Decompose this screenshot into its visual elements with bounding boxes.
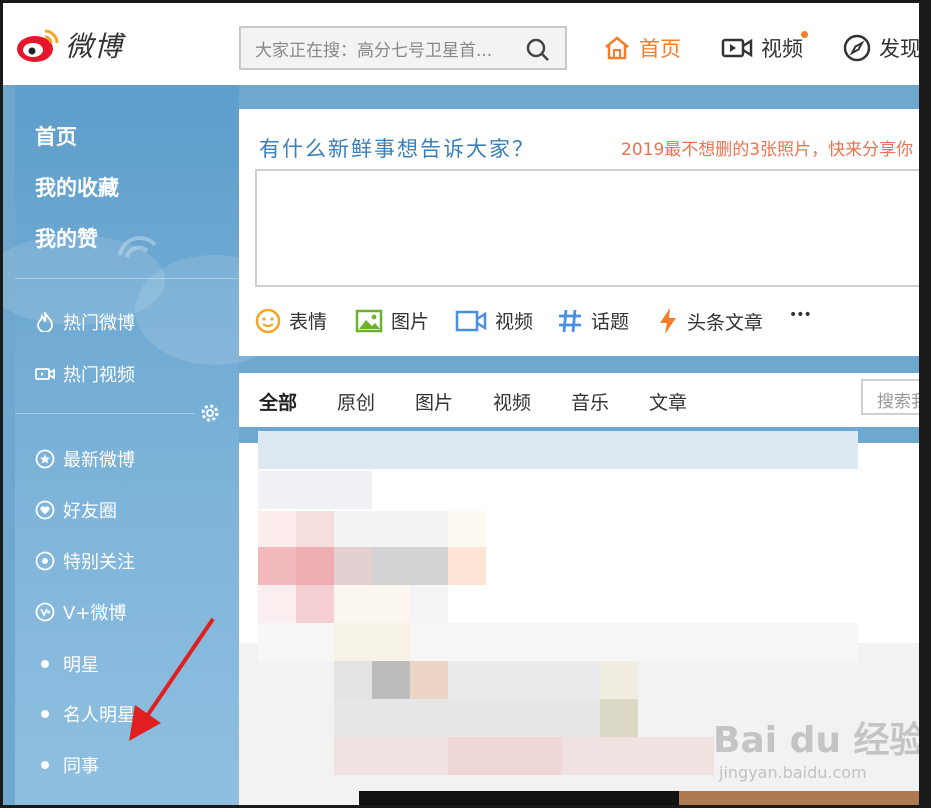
search-icon[interactable] <box>525 37 551 67</box>
sidebar-item-label: 最新微博 <box>63 450 135 471</box>
sidebar-item-label: 热门微博 <box>63 313 135 334</box>
post-textarea[interactable] <box>255 169 928 287</box>
search-input[interactable]: 大家正在搜：高分七号卫星首... <box>255 36 515 61</box>
nav-discover-label: 发现 <box>879 37 921 61</box>
baidu-watermark: Bai du 经验 jingyan.baidu.com <box>713 711 926 782</box>
image-icon <box>355 309 383 332</box>
video-camera-icon <box>721 38 753 58</box>
watermark-logo: Bai du 经验 <box>713 720 926 761</box>
annotation-arrow <box>129 617 215 741</box>
star-circle-icon <box>35 449 55 469</box>
tool-topic[interactable]: 话题 <box>557 307 629 334</box>
heart-circle-icon <box>35 500 55 520</box>
sidebar-item-home[interactable]: 首页 <box>35 121 77 151</box>
signal-decor-icon <box>118 235 157 258</box>
weibo-eye-icon <box>15 25 61 65</box>
sidebar-divider <box>15 413 195 414</box>
sidebar-item-label: 好友圈 <box>63 501 117 522</box>
tab-articles[interactable]: 文章 <box>649 388 687 415</box>
video-icon <box>35 364 55 384</box>
eye-icon <box>35 551 55 571</box>
tool-image[interactable]: 图片 <box>355 307 429 334</box>
nav-video[interactable]: 视频 <box>721 31 808 63</box>
tool-label: 话题 <box>591 311 630 333</box>
hashtag-icon <box>559 309 581 332</box>
sidebar-item-latest[interactable]: 最新微博 <box>35 446 135 472</box>
post-composer: 有什么新鲜事想告诉大家？ 2019最不想删的3张照片，快来分享你 表情 图片 视… <box>239 109 928 356</box>
sidebar-item-label: 明星 <box>63 655 99 676</box>
tool-emoji[interactable]: 表情 <box>255 307 327 334</box>
sidebar-item-celebrities[interactable]: 名人明星 <box>35 701 135 727</box>
gear-icon[interactable] <box>200 403 220 427</box>
sidebar-item-special-follow[interactable]: 特别关注 <box>35 548 135 574</box>
composer-promo-link[interactable]: 2019最不想删的3张照片，快来分享你 <box>621 135 913 160</box>
sidebar-item-hot-weibo[interactable]: 热门微博 <box>35 309 135 335</box>
brand-name: 微博 <box>65 30 124 63</box>
lightning-icon <box>660 308 676 334</box>
vplus-icon <box>35 602 55 622</box>
sidebar-item-vplus[interactable]: V+微博 <box>35 599 126 625</box>
tab-all[interactable]: 全部 <box>259 388 297 415</box>
nav-home[interactable]: 首页 <box>603 33 681 63</box>
tool-label: 头条文章 <box>687 311 764 334</box>
bullet-dot <box>41 761 49 769</box>
sidebar-item-colleagues[interactable]: 同事 <box>35 752 99 778</box>
sidebar-item-label: 特别关注 <box>63 552 135 573</box>
sidebar-divider <box>15 278 239 279</box>
notification-dot <box>801 31 808 38</box>
tab-music[interactable]: 音乐 <box>571 388 609 415</box>
nav-discover[interactable]: 发现 <box>843 33 921 63</box>
bullet-dot <box>41 660 49 668</box>
sidebar-item-stars[interactable]: 明星 <box>35 651 99 677</box>
smiley-icon <box>255 308 281 333</box>
window-frame-edge <box>919 0 931 808</box>
feed-tabs: 全部 原创 图片 视频 音乐 文章 搜索我 <box>239 373 928 427</box>
video-camera-icon <box>455 310 487 331</box>
watermark-url: jingyan.baidu.com <box>719 763 867 782</box>
more-options-button[interactable]: ••• <box>789 307 812 323</box>
sidebar-item-favorites[interactable]: 我的收藏 <box>35 172 119 202</box>
tab-original[interactable]: 原创 <box>337 388 375 415</box>
nav-home-label: 首页 <box>639 37 681 61</box>
window-frame: 微博 大家正在搜：高分七号卫星首... 首页 视频 发现 首页 我的收藏 我的赞 <box>0 0 931 808</box>
tool-label: 视频 <box>495 311 534 333</box>
sidebar-item-likes[interactable]: 我的赞 <box>35 223 98 253</box>
home-icon <box>605 36 629 60</box>
composer-prompt: 有什么新鲜事想告诉大家？ <box>259 137 535 161</box>
compass-icon <box>843 34 871 62</box>
search-box[interactable]: 大家正在搜：高分七号卫星首... <box>239 26 567 70</box>
sidebar-item-label: 同事 <box>63 756 99 777</box>
sidebar-item-friends[interactable]: 好友圈 <box>35 497 117 523</box>
tool-article[interactable]: 头条文章 <box>657 307 763 335</box>
tool-label: 图片 <box>391 311 430 333</box>
nav-video-label: 视频 <box>761 37 803 61</box>
sidebar-item-hot-video[interactable]: 热门视频 <box>35 361 135 387</box>
tab-images[interactable]: 图片 <box>415 388 453 415</box>
bullet-dot <box>41 710 49 718</box>
top-navbar: 微博 大家正在搜：高分七号卫星首... 首页 视频 发现 <box>3 3 928 85</box>
tab-video[interactable]: 视频 <box>493 388 531 415</box>
flame-icon <box>35 312 55 332</box>
sidebar-item-label: V+微博 <box>63 603 127 624</box>
tool-video[interactable]: 视频 <box>455 307 533 334</box>
weibo-logo[interactable]: 微博 <box>15 25 123 65</box>
sidebar-item-label: 热门视频 <box>63 365 135 386</box>
tool-label: 表情 <box>289 311 328 333</box>
